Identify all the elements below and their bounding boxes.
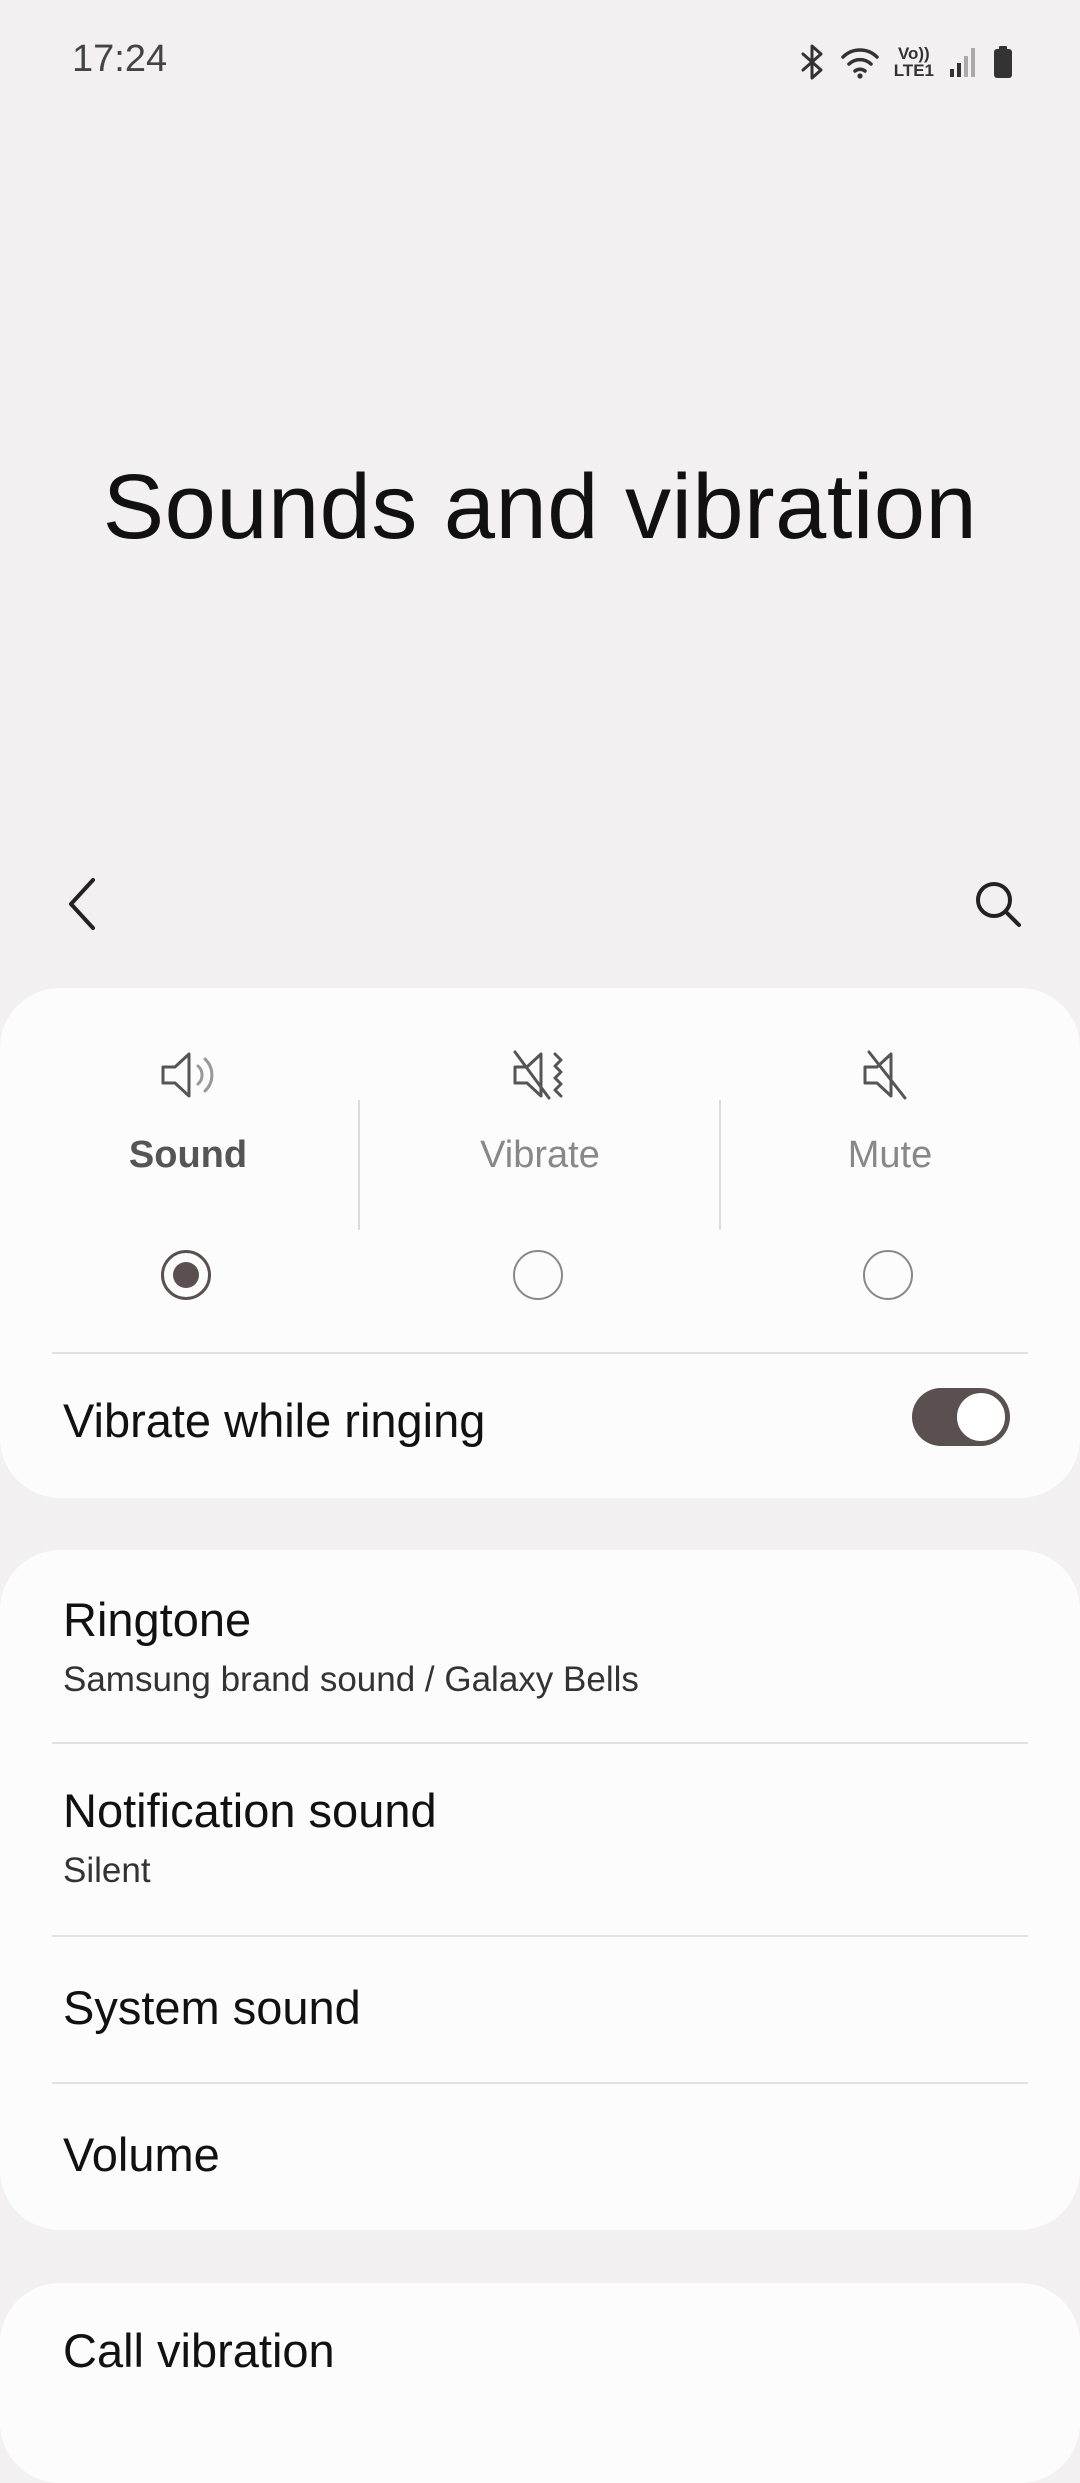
- mute-mode-radio[interactable]: [863, 1250, 913, 1300]
- call-vibration-title: Call vibration: [63, 2324, 335, 2377]
- status-icons: Vo)) LTE1: [800, 40, 1014, 84]
- mute-mode-option[interactable]: Mute: [740, 1038, 1040, 1338]
- volte-lte-icon: Vo)) LTE1: [894, 45, 934, 79]
- bluetooth-icon: [800, 44, 826, 80]
- call-vibration-row[interactable]: Call vibration: [0, 2283, 1080, 2483]
- sound-mode-label: Sound: [128, 1134, 248, 1176]
- vibrate-mode-radio[interactable]: [513, 1250, 563, 1300]
- sound-mode-card: Sound Vibrate Mute Vibrate while ringing: [0, 988, 1080, 1498]
- status-time: 17:24: [72, 38, 168, 80]
- sound-mode-option[interactable]: Sound: [38, 1038, 338, 1338]
- lte-top-text: Vo)): [897, 44, 930, 63]
- mode-divider: [358, 1100, 360, 1230]
- ringtone-row[interactable]: Ringtone Samsung brand sound / Galaxy Be…: [0, 1550, 1080, 1742]
- vibrate-while-ringing-row[interactable]: Vibrate while ringing: [0, 1353, 1080, 1498]
- battery-icon: [992, 44, 1014, 80]
- settings-list-card: Ringtone Samsung brand sound / Galaxy Be…: [0, 1550, 1080, 2230]
- notification-sound-row[interactable]: Notification sound Silent: [0, 1743, 1080, 1935]
- speaker-icon: [157, 1044, 219, 1106]
- lte-bottom-text: LTE1: [893, 61, 934, 80]
- sound-mode-radio[interactable]: [161, 1250, 211, 1300]
- page-title: Sounds and vibration: [102, 456, 978, 558]
- volume-row[interactable]: Volume: [0, 2083, 1080, 2230]
- system-sound-title: System sound: [63, 1981, 361, 2034]
- chevron-left-icon: [65, 876, 99, 937]
- system-sound-row[interactable]: System sound: [0, 1936, 1080, 2082]
- mute-mode-label: Mute: [847, 1134, 933, 1176]
- ringtone-subtitle: Samsung brand sound / Galaxy Bells: [63, 1660, 639, 1699]
- notification-sound-subtitle: Silent: [63, 1851, 151, 1890]
- back-button[interactable]: [52, 876, 112, 936]
- sound-mode-selector: Sound Vibrate Mute: [0, 1038, 1080, 1338]
- search-button[interactable]: [968, 876, 1028, 936]
- notification-sound-title: Notification sound: [63, 1784, 437, 1837]
- volume-title: Volume: [63, 2128, 220, 2181]
- vibration-settings-card: Call vibration: [0, 2283, 1080, 2483]
- vibrate-while-ringing-label: Vibrate while ringing: [63, 1394, 486, 1447]
- toolbar: [0, 860, 1080, 950]
- ringtone-title: Ringtone: [63, 1593, 252, 1646]
- vibrate-while-ringing-toggle[interactable]: [912, 1388, 1010, 1446]
- search-icon: [973, 879, 1023, 934]
- status-bar: 17:24 Vo)) LTE1: [0, 0, 1080, 120]
- vibrate-icon: [509, 1044, 571, 1106]
- signal-icon: [948, 45, 978, 79]
- wifi-icon: [840, 44, 880, 80]
- vibrate-mode-option[interactable]: Vibrate: [390, 1038, 690, 1338]
- vibrate-mode-label: Vibrate: [480, 1134, 600, 1176]
- mode-divider: [719, 1100, 721, 1230]
- toggle-knob: [954, 1390, 1008, 1444]
- mute-icon: [859, 1044, 921, 1106]
